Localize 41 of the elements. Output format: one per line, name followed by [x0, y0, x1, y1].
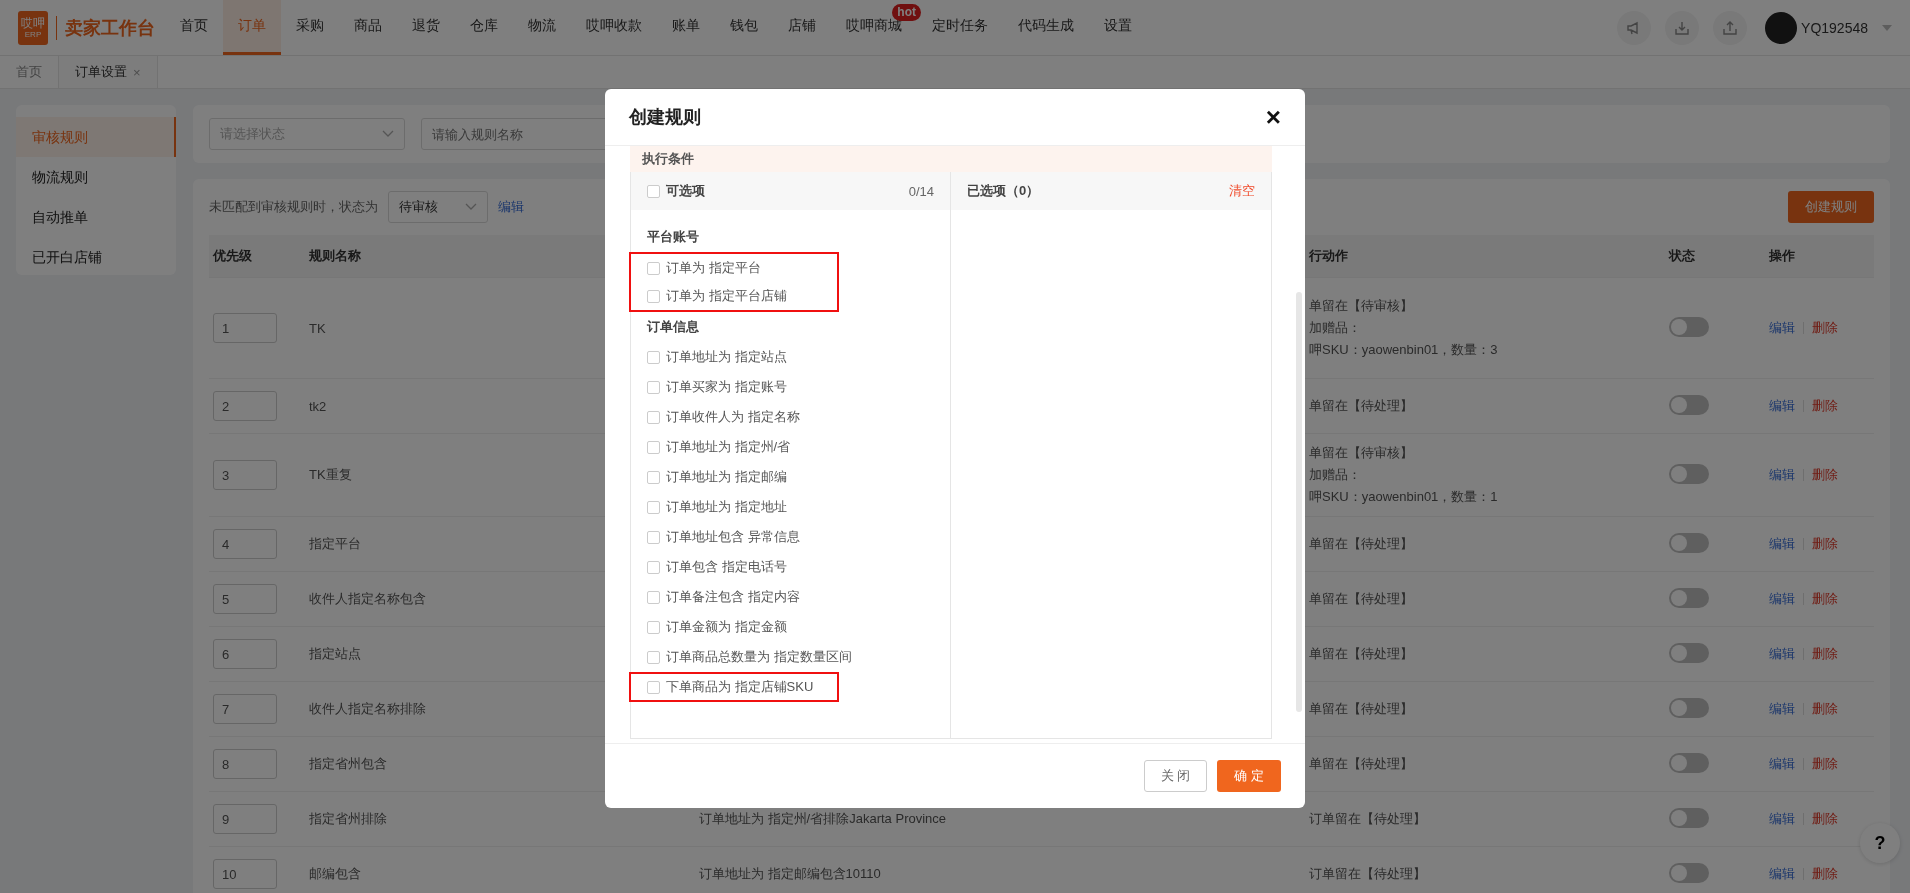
column-header: 操作 [1769, 248, 1795, 263]
group-title: 平台账号 [646, 228, 700, 246]
table-cell-text: 单留在【待处理】 [1309, 535, 1414, 553]
table-cell-text: 加赠品： [1309, 466, 1362, 484]
logo-mark: 哎呷 [21, 15, 45, 30]
table-cell-text: 单留在【待处理】 [1309, 700, 1414, 718]
column-header: 状态 [1669, 248, 1695, 263]
table-cell-text: 呷SKU：yaowenbin01，数量：3 [1309, 341, 1499, 359]
table-cell-text: 单留在【待处理】 [1309, 755, 1414, 773]
logo-sub: ERP [24, 29, 42, 40]
table-cell: TK [309, 320, 326, 336]
table-cell-text: 单留在【待审核】 [1309, 444, 1414, 462]
table-cell-text: 加赠品： [1309, 319, 1362, 337]
section-title: 执行条件 [642, 150, 694, 168]
column-header: 优先级 [213, 248, 252, 263]
table-cell: 收件人指定名称包含 [309, 591, 426, 606]
column-header: 规则名称 [309, 248, 361, 263]
table-cell: tk2 [309, 398, 327, 414]
table-cell-text: 订单留在【待处理】 [1309, 865, 1427, 883]
table-cell: 订单地址为 指定邮编包含10110 [699, 866, 881, 881]
default-status-label: 未匹配到审核规则时，状态为 [209, 198, 378, 216]
app-title: 卖家工作台 [56, 15, 155, 40]
table-cell: 指定平台 [309, 536, 361, 551]
table-cell: 订单地址为 指定州/省排除Jakarta Province [699, 811, 947, 826]
table-cell: 邮编包含 [309, 866, 361, 881]
hot-badge: hot [892, 4, 921, 21]
table-cell-text: 单留在【待处理】 [1309, 397, 1414, 415]
column-header: 行动作 [1309, 248, 1348, 263]
table-cell-text: 订单留在【待处理】 [1309, 810, 1427, 828]
group-title: 订单信息 [646, 318, 700, 336]
table-cell-text: 单留在【待处理】 [1309, 645, 1414, 663]
table-cell-text: 单留在【待审核】 [1309, 297, 1414, 315]
option-count: 0/14 [908, 183, 934, 199]
table-cell: 收件人指定名称排除 [309, 701, 426, 716]
table-cell: TK重复 [309, 467, 352, 482]
table-cell: 指定省州排除 [309, 811, 387, 826]
selected-count-label: 已选项（0） [967, 182, 1040, 200]
table-cell-text: 单留在【待处理】 [1309, 590, 1414, 608]
table-cell: 指定站点 [309, 646, 361, 661]
table-cell: 指定省州包含 [309, 756, 387, 771]
table-cell-text: 呷SKU：yaowenbin01，数量：1 [1309, 488, 1499, 506]
